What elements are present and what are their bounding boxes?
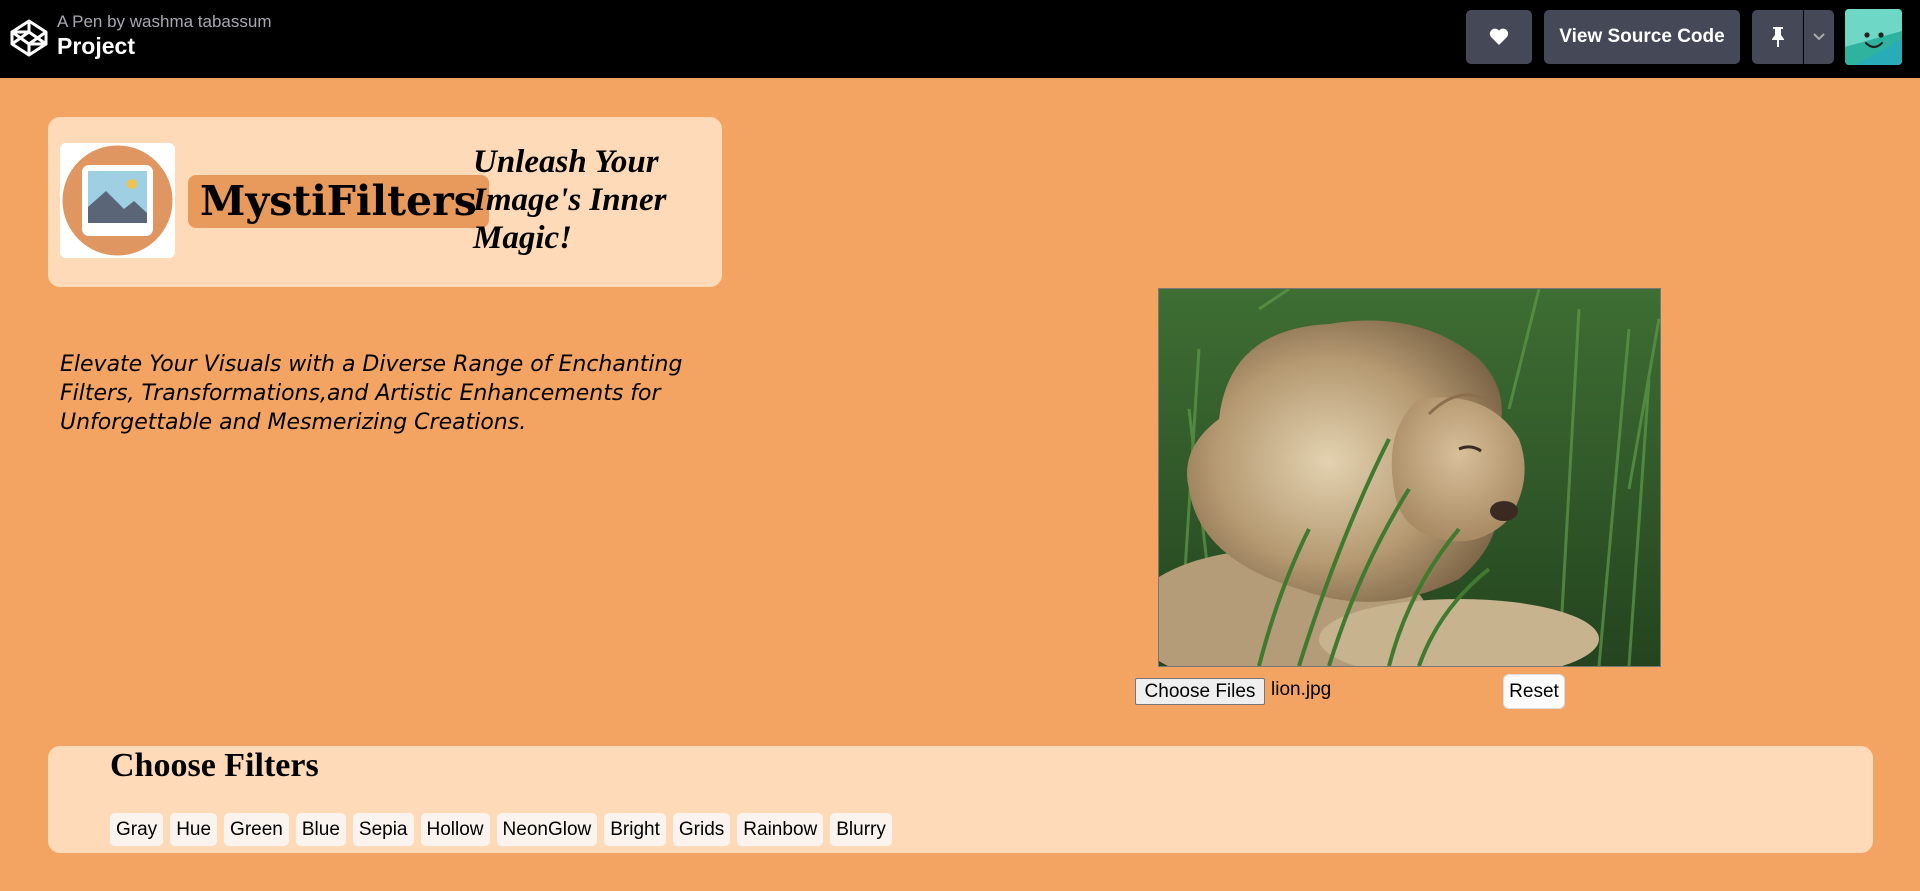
- pen-title: Project: [57, 33, 135, 59]
- app-logo: [60, 143, 175, 258]
- pen-author[interactable]: A Pen by washma tabassum: [57, 12, 272, 32]
- filter-hue-button[interactable]: Hue: [170, 813, 218, 846]
- image-icon: [62, 145, 173, 256]
- codepen-logo-icon[interactable]: [9, 18, 49, 58]
- selected-file-name: lion.jpg: [1271, 679, 1332, 700]
- codepen-header: A Pen by washma tabassum Project View So…: [0, 0, 1920, 78]
- filters-panel: Choose Filters Gray Hue Green Blue Sepia…: [48, 746, 1873, 853]
- heart-icon: [1489, 28, 1509, 45]
- app-description: Elevate Your Visuals with a Diverse Rang…: [60, 352, 683, 435]
- choose-files-button[interactable]: Choose Files: [1135, 678, 1265, 705]
- filter-blurry-button[interactable]: Blurry: [830, 813, 892, 846]
- filter-neonglow-button[interactable]: NeonGlow: [496, 813, 598, 846]
- reset-button[interactable]: Reset: [1503, 674, 1565, 709]
- filters-title: Choose Filters: [110, 747, 319, 784]
- filter-green-button[interactable]: Green: [224, 813, 289, 846]
- pin-icon: [1771, 27, 1784, 47]
- view-source-button[interactable]: View Source Code: [1544, 10, 1740, 64]
- tagline: Unleash Your Image's Inner Magic!: [473, 144, 667, 256]
- image-preview: [1158, 288, 1661, 667]
- filter-gray-button[interactable]: Gray: [110, 813, 164, 846]
- heart-button[interactable]: [1466, 10, 1532, 64]
- filter-bright-button[interactable]: Bright: [604, 813, 666, 846]
- pin-dropdown-button[interactable]: [1804, 10, 1834, 64]
- filter-list: Gray Hue Green Blue Sepia Hollow NeonGlo…: [110, 813, 892, 846]
- filter-grids-button[interactable]: Grids: [672, 813, 731, 846]
- filter-sepia-button[interactable]: Sepia: [352, 813, 414, 846]
- filter-rainbow-button[interactable]: Rainbow: [737, 813, 824, 846]
- chevron-down-icon: [1813, 33, 1825, 41]
- brand-name: MystiFilters: [188, 175, 489, 228]
- user-avatar[interactable]: [1845, 9, 1902, 65]
- lion-photo: [1159, 289, 1660, 666]
- hero-card: MystiFilters Unleash Your Image's Inner …: [48, 117, 722, 287]
- pin-button[interactable]: [1752, 10, 1803, 64]
- filter-hollow-button[interactable]: Hollow: [420, 813, 490, 846]
- filter-blue-button[interactable]: Blue: [295, 813, 346, 846]
